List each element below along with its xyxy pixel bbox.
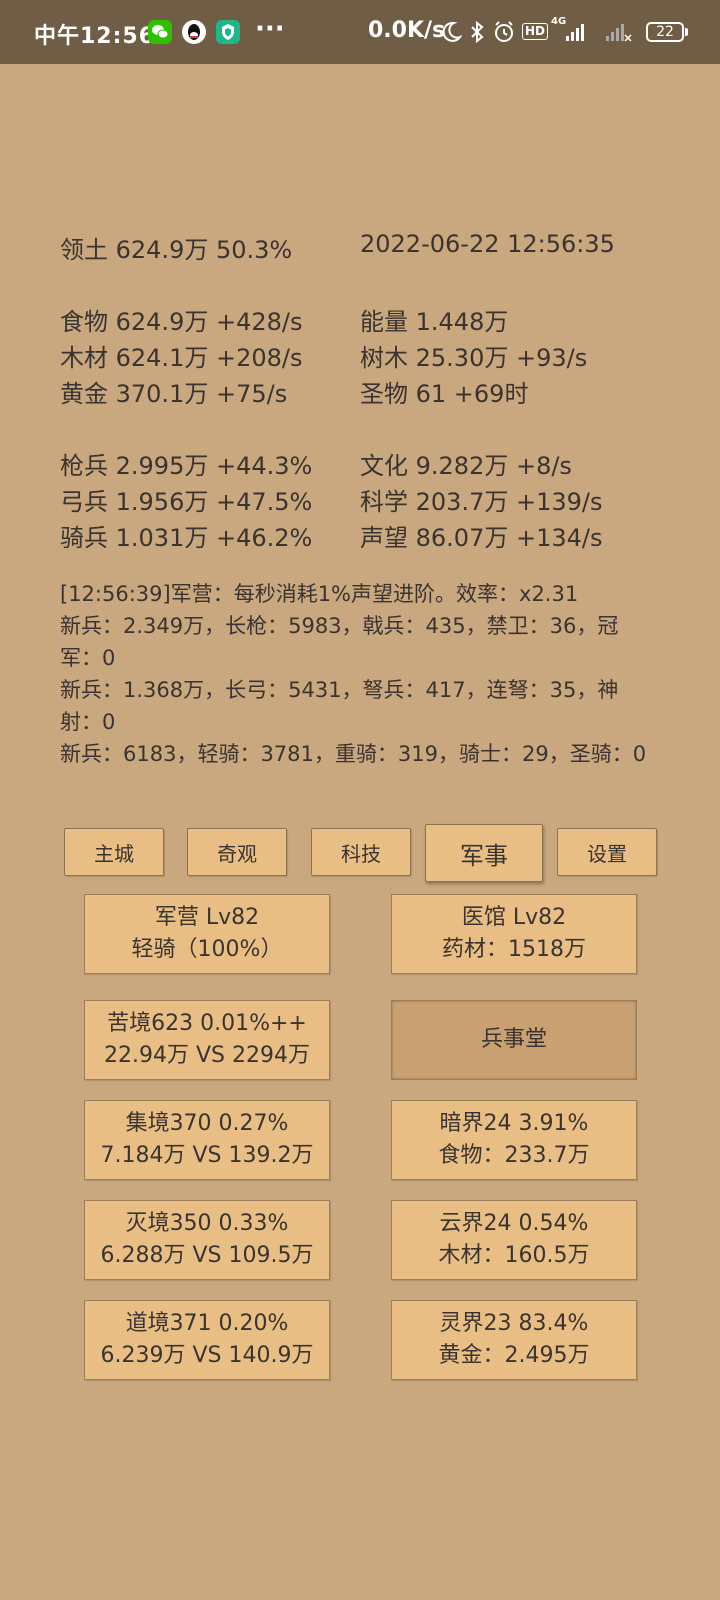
building-detail: 食物：233.7万 (438, 1143, 590, 1168)
resource-gold: 黄金 370.1万 +75/s (60, 380, 288, 408)
clinic-button[interactable]: 医馆 Lv82 药材：1518万 (391, 894, 637, 974)
building-title: 灵界23 83.4% (439, 1311, 589, 1336)
realm-anjie-button[interactable]: 暗界24 3.91% 食物：233.7万 (391, 1100, 637, 1180)
resource-relics: 圣物 61 +69时 (360, 380, 529, 408)
building-title: 道境371 0.20% (125, 1311, 289, 1336)
alarm-icon (492, 20, 516, 48)
status-bar: 中午12:56 ··· 0.0K/s HD 4G 22 (0, 0, 720, 64)
bluetooth-icon (468, 20, 486, 48)
tab-military[interactable]: 军事 (425, 824, 543, 882)
tab-settings[interactable]: 设置 (557, 828, 657, 876)
realm-lingjie-button[interactable]: 灵界23 83.4% 黄金：2.495万 (391, 1300, 637, 1380)
log-line: 新兵：2.349万，长枪：5983，戟兵：435，禁卫：36，冠军：0 (60, 614, 619, 670)
resource-food: 食物 624.9万 +428/s (60, 308, 303, 336)
event-log: [12:56:39]军营：每秒消耗1%声望进阶。效率：x2.31 新兵：2.34… (60, 578, 660, 770)
army-spearmen: 枪兵 2.995万 +44.3% (60, 452, 313, 480)
stat-science: 科学 203.7万 +139/s (360, 488, 603, 516)
building-detail: 药材：1518万 (442, 937, 586, 962)
building-title: 暗界24 3.91% (439, 1111, 589, 1136)
building-title: 苦境623 0.01%++ (107, 1011, 307, 1036)
building-detail: 22.94万 VS 2294万 (104, 1043, 310, 1068)
resource-energy: 能量 1.448万 (360, 308, 509, 336)
building-title: 医馆 Lv82 (461, 905, 567, 930)
wechat-icon (148, 20, 172, 44)
moon-icon (440, 20, 463, 48)
building-detail: 木材：160.5万 (438, 1243, 590, 1268)
hd-icon: HD (522, 23, 549, 40)
tab-technology[interactable]: 科技 (311, 828, 411, 876)
building-title: 云界24 0.54% (439, 1211, 589, 1236)
realm-yunjie-button[interactable]: 云界24 0.54% 木材：160.5万 (391, 1200, 637, 1280)
log-line: 新兵：6183，轻骑：3781，重骑：319，骑士：29，圣骑：0 (60, 742, 647, 766)
stat-prestige: 声望 86.07万 +134/s (360, 524, 603, 552)
log-line: [12:56:39]军营：每秒消耗1%声望进阶。效率：x2.31 (60, 582, 579, 606)
building-detail: 6.239万 VS 140.9万 (100, 1343, 314, 1368)
building-detail: 轻骑（100%） (131, 937, 283, 962)
signal-4g-icon (560, 20, 590, 48)
building-detail: 黄金：2.495万 (438, 1343, 590, 1368)
building-detail: 6.288万 VS 109.5万 (100, 1243, 314, 1268)
building-title: 灭境350 0.33% (125, 1211, 289, 1236)
building-title: 军营 Lv82 (154, 905, 260, 930)
army-cavalry: 骑兵 1.031万 +46.2% (60, 524, 313, 552)
tab-main-city[interactable]: 主城 (64, 828, 164, 876)
territory-info: 领土 624.9万 50.3% (60, 236, 293, 264)
realm-daojing-button[interactable]: 道境371 0.20% 6.239万 VS 140.9万 (84, 1300, 330, 1380)
building-title: 兵事堂 (480, 1027, 547, 1052)
resource-trees: 树木 25.30万 +93/s (360, 344, 588, 372)
shield-icon (216, 20, 240, 44)
realm-jijing-button[interactable]: 集境370 0.27% 7.184万 VS 139.2万 (84, 1100, 330, 1180)
log-line: 新兵：1.368万，长弓：5431，弩兵：417，连弩：35，神射：0 (60, 678, 619, 734)
status-time: 中午12:56 (34, 24, 156, 49)
resource-wood: 木材 624.1万 +208/s (60, 344, 303, 372)
signal-no-service-icon (604, 20, 634, 48)
datetime: 2022-06-22 12:56:35 (360, 230, 615, 258)
realm-kujing-button[interactable]: 苦境623 0.01%++ 22.94万 VS 2294万 (84, 1000, 330, 1080)
barracks-button[interactable]: 军营 Lv82 轻骑（100%） (84, 894, 330, 974)
stat-culture: 文化 9.282万 +8/s (360, 452, 572, 480)
building-detail: 7.184万 VS 139.2万 (100, 1143, 314, 1168)
more-notifications: ··· (255, 14, 285, 44)
army-archers: 弓兵 1.956万 +47.5% (60, 488, 313, 516)
realm-miejing-button[interactable]: 灭境350 0.33% 6.288万 VS 109.5万 (84, 1200, 330, 1280)
military-hall-button[interactable]: 兵事堂 (391, 1000, 637, 1080)
qq-icon (182, 20, 206, 44)
net-speed: 0.0K/s (368, 18, 446, 43)
battery-icon: 22 (646, 22, 688, 42)
building-title: 集境370 0.27% (125, 1111, 289, 1136)
tab-wonders[interactable]: 奇观 (187, 828, 287, 876)
